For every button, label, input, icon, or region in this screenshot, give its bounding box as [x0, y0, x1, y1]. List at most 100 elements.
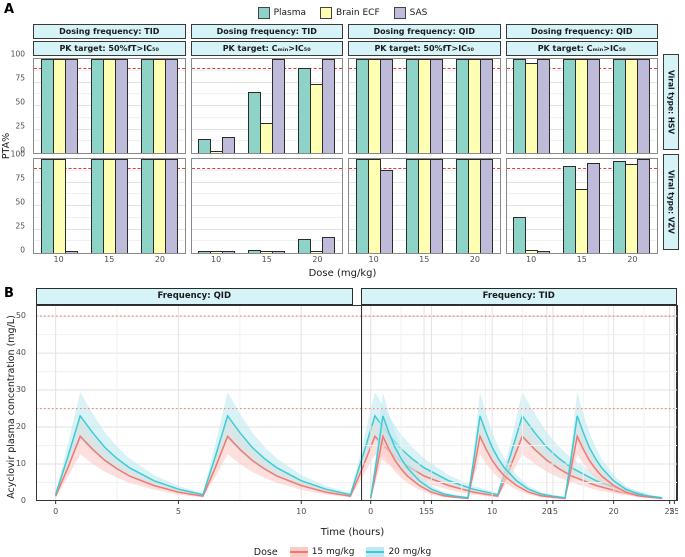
axis-tick-label: 15 — [248, 255, 285, 267]
bars-row — [349, 59, 500, 153]
bar — [115, 159, 128, 253]
bar-group — [91, 159, 128, 253]
axis-tick-label: 50 — [15, 98, 25, 107]
bar — [53, 159, 66, 253]
bar-group — [613, 59, 650, 153]
bar — [637, 159, 650, 253]
legend-label: 15 mg/kg — [312, 547, 355, 557]
bar-plot-panel — [191, 158, 344, 254]
bar — [272, 251, 285, 253]
bar — [587, 59, 600, 153]
axis-tick-label: 25 — [15, 222, 25, 231]
frequency-strip: Frequency: QID — [36, 288, 353, 305]
axis-tick-label: 10 — [40, 255, 77, 267]
bar — [322, 237, 335, 253]
bar — [222, 137, 235, 153]
bar-plot-panel — [348, 158, 501, 254]
line-plot-panel: 0510152025 — [361, 305, 678, 527]
bar-group — [198, 59, 235, 153]
axis-tick-label: 0 — [20, 246, 25, 255]
axis-tick-label: 100 — [11, 150, 25, 159]
viral-type-strip-label: Viral type: VZV — [667, 170, 676, 234]
legend-line-swatch-icon — [366, 547, 384, 557]
bar-plot-panel — [506, 58, 659, 154]
bar — [222, 251, 235, 253]
viral-type-strip: Viral type: HSV — [663, 54, 679, 150]
axis-tick-label: 10 — [16, 459, 26, 468]
bars-row — [507, 159, 658, 253]
dose-tick-labels: 101520 — [33, 255, 186, 267]
legend-line-icon — [290, 551, 308, 553]
bar-group — [406, 59, 443, 153]
axis-tick-label: 0 — [368, 507, 373, 516]
bar — [65, 251, 78, 253]
bar — [480, 59, 493, 153]
axis-tick-label: 20 — [608, 507, 618, 516]
viral-type-strip-label: Viral type: HSV — [667, 70, 676, 134]
bar-plot-panel — [348, 58, 501, 154]
axis-tick-label: 20 — [456, 255, 493, 267]
axis-tick-label: 5 — [176, 507, 181, 516]
bar — [380, 59, 393, 153]
legend-item: 20 mg/kg — [366, 547, 431, 557]
bar — [272, 59, 285, 153]
axis-tick-label: 10 — [487, 507, 497, 516]
bar — [322, 59, 335, 153]
bar-group — [513, 159, 550, 253]
facet-strip-frequency: Dosing frequency: QID — [348, 24, 501, 39]
bar-legend: PlasmaBrain ECFSAS — [0, 0, 685, 22]
bars-row — [507, 59, 658, 153]
bar-group — [248, 159, 285, 253]
dose-tick-labels: 101520 — [191, 255, 344, 267]
facet-column: Dosing frequency: QIDPK target: Cₘᵢₙ>IC₅… — [506, 24, 659, 267]
dose-tick-labels: 10 15 20 — [348, 255, 501, 267]
bars-row — [192, 159, 343, 253]
concentration-axis-title: Acyclovir plasma concentration (mg/L) — [6, 307, 18, 507]
axis-tick-label: 10 — [355, 255, 392, 267]
pta-tick-labels: 0255075100 — [2, 54, 28, 150]
bar — [513, 217, 526, 253]
bar-group — [248, 59, 285, 153]
bar-group — [563, 159, 600, 253]
facet-strip-frequency: Dosing frequency: TID — [33, 24, 186, 39]
bar-group — [356, 159, 393, 253]
bar — [430, 59, 443, 153]
axis-tick-label: 15 — [406, 255, 443, 267]
bar — [165, 59, 178, 153]
legend-item: 15 mg/kg — [290, 547, 355, 557]
legend-item: Brain ECF — [320, 7, 380, 19]
bar-group — [513, 59, 550, 153]
bar — [115, 59, 128, 153]
axis-tick-label: 20 — [141, 255, 178, 267]
figure: A PlasmaBrain ECFSAS PTA%025507510002550… — [0, 0, 685, 557]
bar-group — [198, 159, 235, 253]
bar — [587, 163, 600, 253]
dose-axis-label: Dose (mg/kg) — [28, 268, 657, 282]
facet-strip-frequency: Dosing frequency: TID — [191, 24, 344, 39]
axis-tick-label: 15 — [547, 507, 557, 516]
bars-row — [34, 59, 185, 153]
bar-plot-panel — [33, 158, 186, 254]
line-legend: Dose 15 mg/kg20 mg/kg — [0, 542, 685, 557]
spacer — [663, 24, 679, 54]
axis-tick-label: 10 — [296, 507, 306, 516]
bar-plot-panel — [506, 158, 659, 254]
line-chart-svg: 0510152025 — [361, 305, 678, 523]
viral-type-strip: Viral type: VZV — [663, 154, 679, 250]
bar-plot-panel — [191, 58, 344, 154]
bar — [480, 159, 493, 253]
pta-tick-labels: 0255075100 — [2, 154, 28, 250]
legend-label: Plasma — [274, 8, 306, 18]
axis-tick-label: 100 — [11, 50, 25, 59]
bar — [430, 159, 443, 253]
bar — [65, 59, 78, 153]
bar — [637, 59, 650, 153]
legend-swatch-icon — [258, 7, 270, 19]
time-axis-label: Time (hours) — [28, 527, 677, 540]
legend-label: Brain ECF — [336, 8, 380, 18]
bar-group — [563, 59, 600, 153]
facet-column: Dosing frequency: TIDPK target: 50%fT>IC… — [33, 24, 186, 267]
bars-row — [192, 59, 343, 153]
axis-tick-label: 10 — [197, 255, 234, 267]
bar-group — [298, 59, 335, 153]
